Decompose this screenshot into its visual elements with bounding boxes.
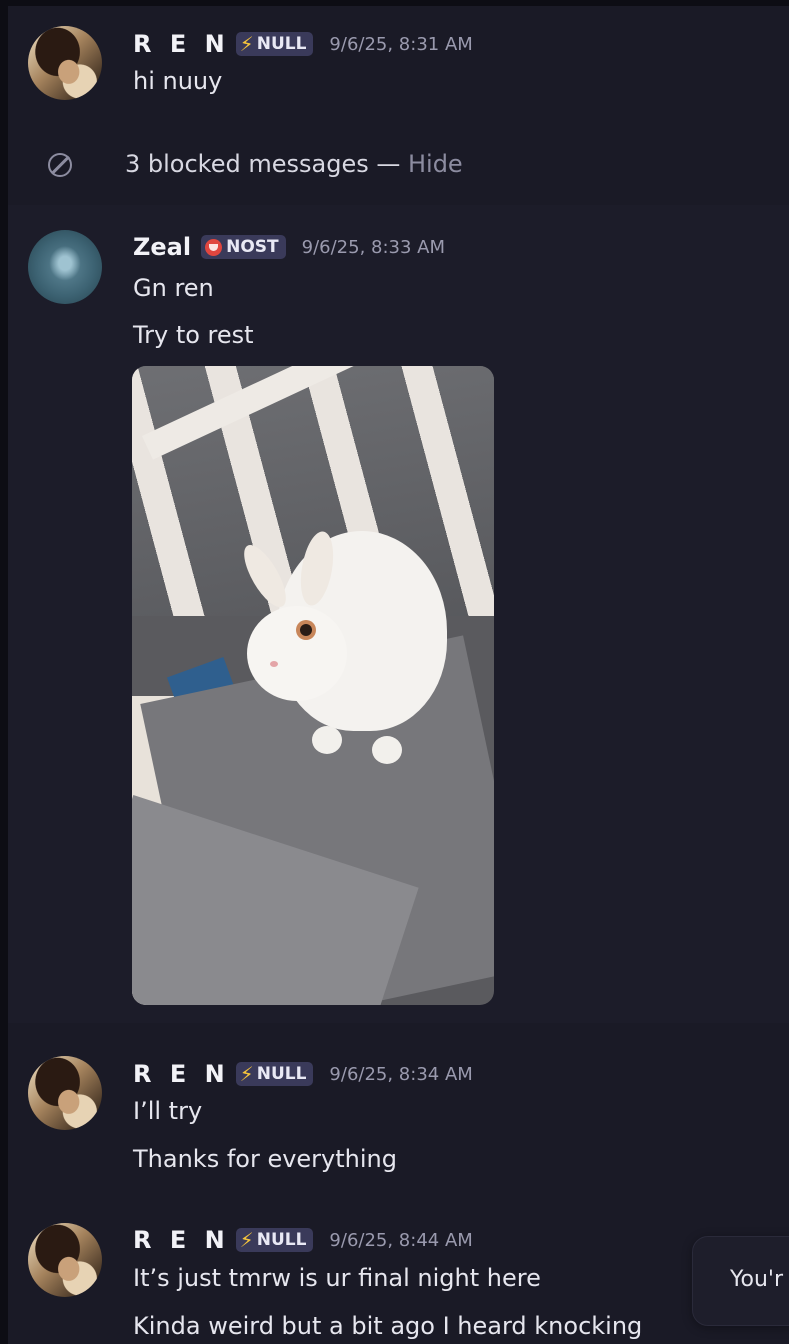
blocked-circle-icon (48, 153, 72, 177)
message-header: R E N ⚡ NULL 9/6/25, 8:44 AM (133, 1226, 473, 1254)
avatar-zeal[interactable] (28, 230, 102, 304)
lightning-bolt-icon: ⚡ (239, 32, 254, 56)
message-group: R E N ⚡ NULL 9/6/25, 8:31 AM hi nuuy (8, 6, 789, 134)
username[interactable]: Zeal (133, 233, 191, 261)
message-header: R E N ⚡ NULL 9/6/25, 8:31 AM (133, 30, 473, 58)
clan-tag[interactable]: ⚡ NULL (235, 1062, 314, 1086)
clan-tag[interactable]: ⚡ NULL (235, 1228, 314, 1252)
message-text: Try to rest (133, 321, 254, 349)
avatar-ren[interactable] (28, 1223, 102, 1297)
clan-tag[interactable]: NOST (201, 235, 286, 259)
lightning-bolt-icon: ⚡ (239, 1228, 254, 1252)
message-text: hi nuuy (133, 67, 223, 95)
blocked-messages-row[interactable]: 3 blocked messages — Hide (8, 135, 789, 195)
username[interactable]: R E N (133, 30, 230, 58)
hide-blocked-link[interactable]: Hide (408, 150, 463, 178)
red-emblem-icon (205, 238, 223, 256)
clan-tag-label: NOST (226, 237, 279, 257)
message-text: Kinda weird but a bit ago I heard knocki… (133, 1312, 643, 1340)
blocked-messages-label: 3 blocked messages — Hide (125, 150, 463, 178)
message-text: Gn ren (133, 274, 214, 302)
message-header: R E N ⚡ NULL 9/6/25, 8:34 AM (133, 1060, 473, 1088)
message-text: It’s just tmrw is ur final night here (133, 1264, 541, 1292)
timestamp: 9/6/25, 8:34 AM (329, 1063, 473, 1085)
clan-tag-label: NULL (256, 1230, 307, 1250)
timestamp: 9/6/25, 8:33 AM (301, 236, 446, 258)
message-group: R E N ⚡ NULL 9/6/25, 8:34 AM I’ll try Th… (8, 1040, 789, 1190)
blocked-count-text: 3 blocked messages — (125, 150, 408, 178)
clan-tag[interactable]: ⚡ NULL (235, 32, 314, 56)
message-text: Thanks for everything (133, 1145, 397, 1173)
image-attachment-rabbit[interactable] (132, 366, 494, 1005)
rabbit-nose (270, 661, 278, 667)
clan-tag-label: NULL (256, 1064, 307, 1084)
message-group: R E N ⚡ NULL 9/6/25, 8:44 AM It’s just t… (8, 1205, 789, 1344)
toast-notification[interactable]: You'r (692, 1236, 789, 1326)
lightning-bolt-icon: ⚡ (239, 1062, 254, 1086)
message-header: Zeal NOST 9/6/25, 8:33 AM (133, 233, 445, 261)
avatar-ren[interactable] (28, 26, 102, 100)
username[interactable]: R E N (133, 1060, 230, 1088)
avatar-ren[interactable] (28, 1056, 102, 1130)
rabbit-paw (372, 736, 402, 764)
timestamp: 9/6/25, 8:31 AM (329, 33, 473, 55)
toast-text: You'r (730, 1267, 784, 1292)
rabbit-paw (312, 726, 342, 754)
rabbit-head (247, 606, 347, 701)
rabbit-eye (300, 624, 312, 636)
left-edge (0, 0, 8, 1344)
timestamp: 9/6/25, 8:44 AM (329, 1229, 473, 1251)
clan-tag-label: NULL (256, 34, 307, 54)
message-text: I’ll try (133, 1097, 203, 1125)
username[interactable]: R E N (133, 1226, 230, 1254)
